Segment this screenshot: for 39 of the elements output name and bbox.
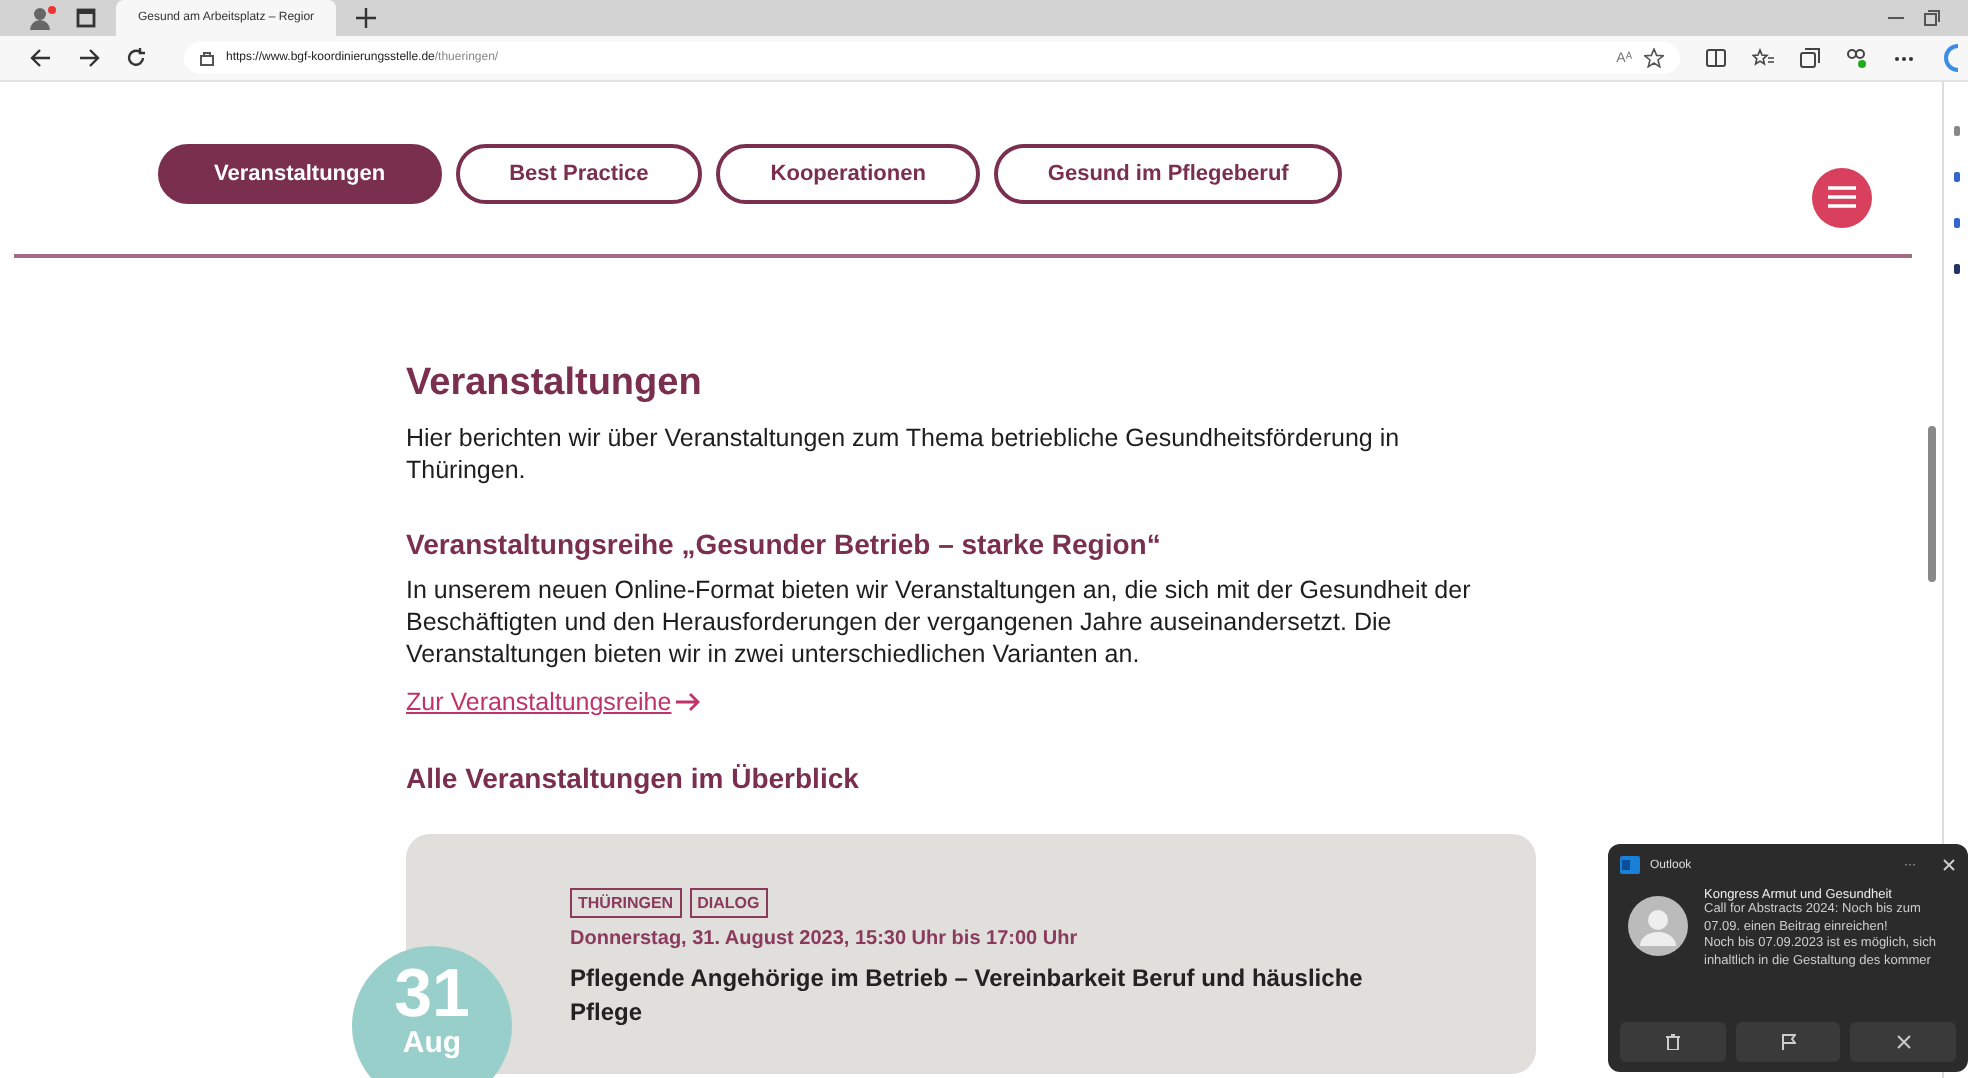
extensions-icon[interactable] (1846, 48, 1868, 68)
split-screen-icon[interactable] (1706, 48, 1726, 68)
date-badge: 31 Aug (352, 946, 512, 1078)
close-icon[interactable] (1942, 858, 1956, 872)
nav-tab[interactable]: Veranstaltungen (158, 143, 442, 203)
favorites-icon[interactable] (1752, 48, 1774, 68)
event-tag: THÜRINGEN (570, 888, 682, 918)
delete-button[interactable] (1620, 1022, 1726, 1062)
flag-icon (1781, 1034, 1795, 1050)
intro-text: Hier berichten wir über Veranstaltungen zum Thema betriebliche Gesundheitsförderung in Thüringen. (406, 422, 1402, 486)
new-tab-icon[interactable] (356, 8, 376, 28)
series-description: In unserem neuen Online-Format bieten wir Veranstaltungen an, die sich mit der Gesundheit der Beschäftigten und den Herausforderungen der vergangenen Jahre auseinandersetzt. Die Veranstaltungen bieten wir in zwei unterschiedlichen Varianten an. (406, 574, 1473, 670)
refresh-icon[interactable] (126, 48, 146, 68)
collections-icon[interactable] (1800, 48, 1820, 68)
trash-icon (1665, 1034, 1680, 1050)
close-icon (1895, 1034, 1912, 1050)
nav-tab[interactable]: Best Practice (455, 143, 703, 203)
tab-actions-icon[interactable] (76, 8, 96, 28)
event-date: Donnerstag, 31. August 2023, 15:30 Uhr bis 17:00 Uhr (570, 928, 1080, 950)
event-tag: DIALOG (689, 888, 768, 918)
profile-icon[interactable] (28, 6, 56, 30)
mail-app-icon (1620, 856, 1640, 874)
menu-button[interactable] (1812, 167, 1872, 227)
page-heading: Veranstaltungen (406, 362, 704, 406)
more-icon[interactable] (1894, 55, 1914, 61)
back-icon[interactable] (30, 48, 52, 68)
star-icon[interactable] (1644, 48, 1664, 68)
section-heading: Veranstaltungsreihe „Gesunder Betrieb – starke Region“ (406, 528, 1163, 560)
nav-tab[interactable]: Gesund im Pflegeberuf (993, 143, 1343, 203)
arrow-icon (675, 692, 700, 712)
restore-icon[interactable] (1924, 10, 1940, 26)
forward-icon[interactable] (78, 48, 100, 68)
section-heading: Alle Veranstaltungen im Überblick (406, 762, 861, 794)
series-link[interactable]: Zur Veranstaltungsreihe (406, 688, 700, 716)
event-title: Pflegende Angehörige im Betrieb – Vereinbarkeit Beruf und häusliche Pflege (570, 962, 1365, 1030)
nav-tab[interactable]: Kooperationen (716, 143, 980, 203)
menu-icon (1828, 186, 1856, 208)
avatar-icon (1628, 896, 1688, 956)
flag-button[interactable] (1735, 1022, 1841, 1062)
